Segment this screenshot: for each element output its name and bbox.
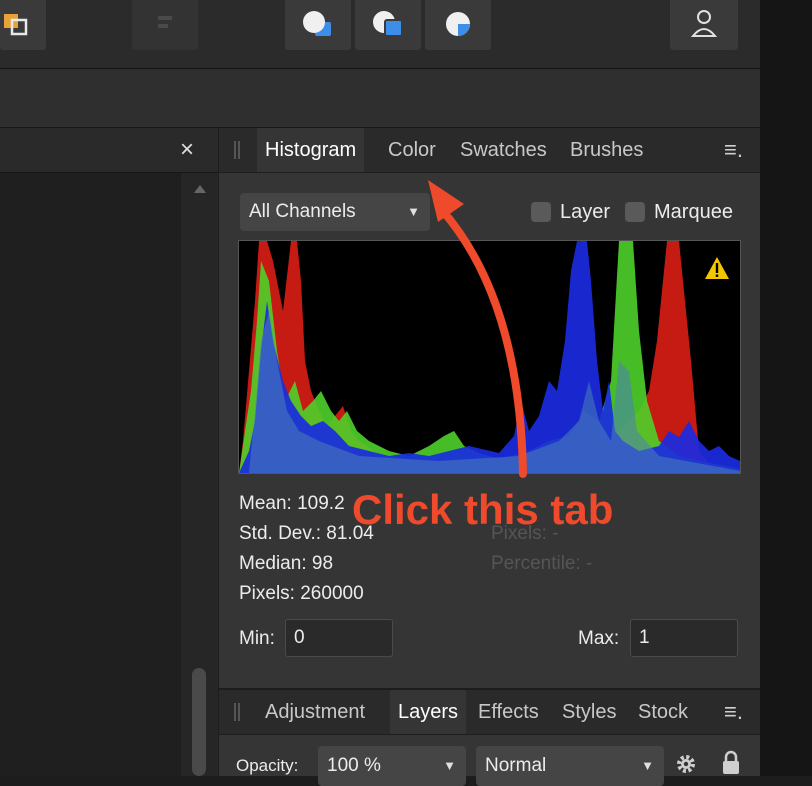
blend-mode-value: Normal: [485, 755, 547, 776]
opacity-value: 100 %: [327, 755, 381, 776]
mean-value: Mean: 109.2: [239, 493, 345, 514]
tab-histogram[interactable]: Histogram: [257, 128, 365, 172]
warning-icon: [705, 257, 729, 279]
tab-color[interactable]: Color: [380, 128, 444, 172]
user-icon: [690, 10, 718, 37]
blend-mode-select[interactable]: Normal ▼: [476, 746, 664, 786]
min-field[interactable]: 0: [285, 619, 393, 657]
panel-grip-icon[interactable]: [234, 141, 240, 159]
boolean-intersect-button[interactable]: [425, 0, 491, 50]
chevron-down-icon: ▼: [407, 204, 420, 219]
boolean-add-button[interactable]: [285, 0, 351, 50]
marquee-checkbox-label: Marquee: [654, 201, 733, 223]
min-label: Min:: [239, 628, 275, 649]
histogram-plot: [239, 241, 740, 473]
histogram-tab-bar: Histogram Color Swatches Brushes ≡.: [219, 128, 760, 173]
tab-effects[interactable]: Effects: [470, 690, 547, 734]
tab-swatches[interactable]: Swatches: [452, 128, 555, 172]
align-icon: [158, 16, 172, 28]
tab-adjustment[interactable]: Adjustment: [257, 690, 373, 734]
lock-icon[interactable]: [720, 750, 742, 776]
document-header: ×: [0, 128, 218, 173]
panel-menu-icon[interactable]: ≡.: [724, 128, 743, 172]
channel-select-value: All Channels: [249, 201, 356, 222]
account-button[interactable]: [670, 0, 738, 50]
gear-icon[interactable]: [674, 752, 698, 776]
tab-brushes[interactable]: Brushes: [562, 128, 651, 172]
layers-tab-bar: Adjustment Layers Effects Styles Stock ≡…: [219, 690, 760, 735]
arrange-button[interactable]: [0, 0, 46, 50]
document-canvas[interactable]: [0, 173, 180, 776]
chevron-down-icon: ▼: [443, 758, 456, 773]
arrange-icon: [4, 14, 28, 36]
tab-styles[interactable]: Styles: [554, 690, 624, 734]
boolean-subtract-icon: [373, 11, 403, 37]
top-toolbar: [0, 0, 760, 69]
align-button[interactable]: [132, 0, 198, 50]
max-field[interactable]: 1: [630, 619, 738, 657]
channel-select[interactable]: All Channels ▼: [240, 193, 430, 231]
window-edge: [760, 0, 812, 776]
pixels-value: Pixels: 260000: [239, 583, 364, 604]
percentile-value: Percentile: -: [491, 553, 593, 574]
boolean-add-icon: [303, 11, 331, 36]
boolean-intersect-icon: [446, 12, 470, 36]
context-toolbar: [0, 69, 760, 128]
annotation-label: Click this tab: [352, 486, 614, 533]
opacity-select[interactable]: 100 % ▼: [318, 746, 466, 786]
layer-checkbox-label: Layer: [560, 201, 611, 223]
close-icon[interactable]: ×: [180, 136, 194, 164]
scroll-up-icon[interactable]: [192, 183, 208, 195]
layer-checkbox[interactable]: [531, 202, 551, 222]
opacity-label: Opacity:: [236, 756, 299, 775]
scrollbar-thumb[interactable]: [192, 668, 206, 776]
panel-menu-icon[interactable]: ≡.: [724, 690, 743, 734]
panel-grip-icon[interactable]: [234, 703, 240, 721]
tab-stock[interactable]: Stock: [630, 690, 696, 734]
boolean-subtract-button[interactable]: [355, 0, 421, 50]
median-value: Median: 98: [239, 553, 334, 574]
max-label: Max:: [578, 628, 620, 649]
tab-layers[interactable]: Layers: [390, 690, 467, 734]
histogram-graph: [238, 240, 741, 474]
chevron-down-icon: ▼: [641, 758, 654, 773]
marquee-checkbox[interactable]: [625, 202, 645, 222]
